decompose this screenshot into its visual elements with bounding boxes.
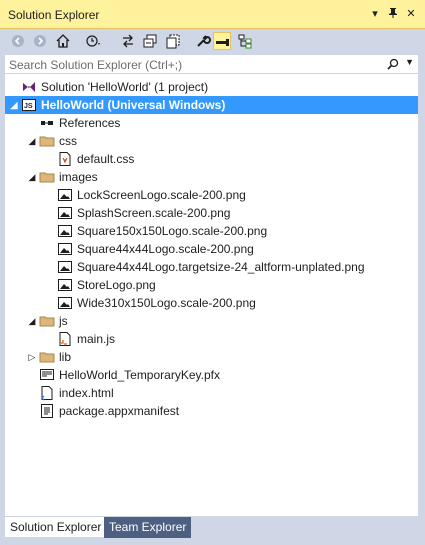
image-file-icon — [57, 187, 73, 203]
tree-item[interactable]: LockScreenLogo.scale-200.png — [5, 186, 418, 204]
pending-changes-filter-button[interactable] — [84, 32, 102, 50]
tree-item[interactable]: Square150x150Logo.scale-200.png — [5, 222, 418, 240]
collapse-arrow-icon[interactable]: ◢ — [27, 136, 37, 146]
tree-item[interactable]: ◢ images — [5, 168, 418, 186]
folder-icon — [39, 313, 55, 329]
folder-icon — [39, 133, 55, 149]
toolbar — [0, 29, 425, 53]
svg-text:JS: JS — [24, 103, 33, 110]
tree-item-label: css — [59, 134, 77, 148]
tree-item-label: SplashScreen.scale-200.png — [77, 206, 231, 220]
tree-item[interactable]: Solution 'HelloWorld' (1 project) — [5, 78, 418, 96]
references-icon — [39, 115, 55, 131]
home-button[interactable] — [54, 32, 72, 50]
panel-title: Solution Explorer — [8, 8, 100, 22]
tree-item-label: HelloWorld_TemporaryKey.pfx — [59, 368, 220, 382]
tree-item-label: Square44x44Logo.scale-200.png — [77, 242, 254, 256]
tree-item-label: lib — [59, 350, 72, 364]
forward-button[interactable] — [31, 32, 49, 50]
tree-item[interactable]: index.html — [5, 384, 418, 402]
tree-item-label: images — [59, 170, 98, 184]
image-file-icon — [57, 259, 73, 275]
tree-item[interactable]: package.appxmanifest — [5, 402, 418, 420]
home-icon — [56, 34, 70, 48]
pin-icon[interactable] — [386, 7, 400, 21]
tree-item-label: StoreLogo.png — [77, 278, 156, 292]
title-bar: Solution Explorer ▾ ✕ — [0, 0, 425, 29]
tree-item-label: Square44x44Logo.targetsize-24_altform-un… — [77, 260, 365, 274]
wrench-icon — [197, 35, 211, 47]
collapse-arrow-icon[interactable]: ◢ — [27, 316, 37, 326]
class-view-button[interactable] — [236, 32, 254, 50]
folder-icon — [39, 349, 55, 365]
js-file-icon — [57, 331, 73, 347]
image-file-icon — [57, 223, 73, 239]
preview-icon — [216, 39, 229, 46]
tree-item-label: Square150x150Logo.scale-200.png — [77, 224, 268, 238]
image-file-icon — [57, 295, 73, 311]
image-file-icon — [57, 241, 73, 257]
tree-item-label: package.appxmanifest — [59, 404, 180, 418]
manifest-file-icon — [39, 403, 55, 419]
back-button[interactable] — [9, 32, 27, 50]
tree-item[interactable]: ▷ lib — [5, 348, 418, 366]
tree-item[interactable]: References — [5, 114, 418, 132]
collapse-all-icon — [143, 34, 157, 48]
tree-item[interactable]: StoreLogo.png — [5, 276, 418, 294]
tree-item-label: default.css — [77, 152, 135, 166]
tree-item-label: References — [59, 116, 121, 130]
window-position-dropdown-icon[interactable]: ▾ — [368, 7, 382, 21]
tree-item[interactable]: HelloWorld_TemporaryKey.pfx — [5, 366, 418, 384]
tree-item-label: HelloWorld (Universal Windows) — [41, 98, 226, 112]
sync-with-active-document-button[interactable] — [119, 32, 137, 50]
close-icon[interactable]: ✕ — [404, 7, 418, 21]
tree-item[interactable]: main.js — [5, 330, 418, 348]
tree-item[interactable]: ◢ js — [5, 312, 418, 330]
tree-item[interactable]: Square44x44Logo.scale-200.png — [5, 240, 418, 258]
certificate-file-icon — [39, 367, 55, 383]
tree-item[interactable]: Wide310x150Logo.scale-200.png — [5, 294, 418, 312]
tree-item-label: LockScreenLogo.scale-200.png — [77, 188, 246, 202]
tree-item[interactable]: ◢ JS HelloWorld (Universal Windows) — [5, 96, 418, 114]
solution-explorer-panel: Solution Explorer ▾ ✕ Search Solution Ex… — [0, 0, 425, 545]
show-all-files-icon — [166, 34, 180, 49]
tree-item[interactable]: ◢ css — [5, 132, 418, 150]
tree-item-label: Wide310x150Logo.scale-200.png — [77, 296, 256, 310]
js-project-icon: JS — [21, 97, 37, 113]
sync-arrows-icon — [123, 34, 133, 48]
preview-selected-items-button[interactable] — [213, 32, 231, 50]
expand-arrow-icon[interactable]: ▷ — [27, 352, 37, 362]
tree-item-label: main.js — [77, 332, 116, 346]
folder-icon — [39, 169, 55, 185]
class-view-icon — [238, 34, 252, 49]
search-options-dropdown-icon[interactable]: ▼ — [405, 57, 414, 67]
collapse-arrow-icon[interactable]: ◢ — [9, 100, 19, 110]
tree-item[interactable]: Square44x44Logo.targetsize-24_altform-un… — [5, 258, 418, 276]
clock-history-icon — [86, 35, 100, 47]
back-arrow-icon — [12, 35, 24, 47]
show-all-files-button[interactable] — [164, 32, 182, 50]
search-input[interactable]: Search Solution Explorer (Ctrl+;) — [9, 58, 182, 72]
image-file-icon — [57, 205, 73, 221]
solution-tree: Solution 'HelloWorld' (1 project) ◢ JS Hell… — [4, 74, 419, 517]
tab-team-explorer[interactable]: Team Explorer — [104, 517, 192, 538]
tree-item[interactable]: SplashScreen.scale-200.png — [5, 204, 418, 222]
tool-window-tabs: Solution Explorer Team Explorer — [0, 517, 425, 545]
tree-item-label: js — [59, 314, 68, 328]
forward-arrow-icon — [34, 35, 46, 47]
tree-item-label: Solution 'HelloWorld' (1 project) — [41, 80, 209, 94]
css-file-icon — [57, 151, 73, 167]
html-file-icon — [39, 385, 55, 401]
collapse-all-button[interactable] — [141, 32, 159, 50]
solution-icon — [21, 79, 37, 95]
collapse-arrow-icon[interactable]: ◢ — [27, 172, 37, 182]
tree-item[interactable]: default.css — [5, 150, 418, 168]
properties-button[interactable] — [194, 32, 212, 50]
tab-solution-explorer[interactable]: Solution Explorer — [4, 517, 108, 538]
image-file-icon — [57, 277, 73, 293]
search-icon[interactable] — [387, 58, 400, 74]
search-box[interactable]: Search Solution Explorer (Ctrl+;) ▼ — [4, 54, 419, 74]
tree-item-label: index.html — [59, 386, 114, 400]
